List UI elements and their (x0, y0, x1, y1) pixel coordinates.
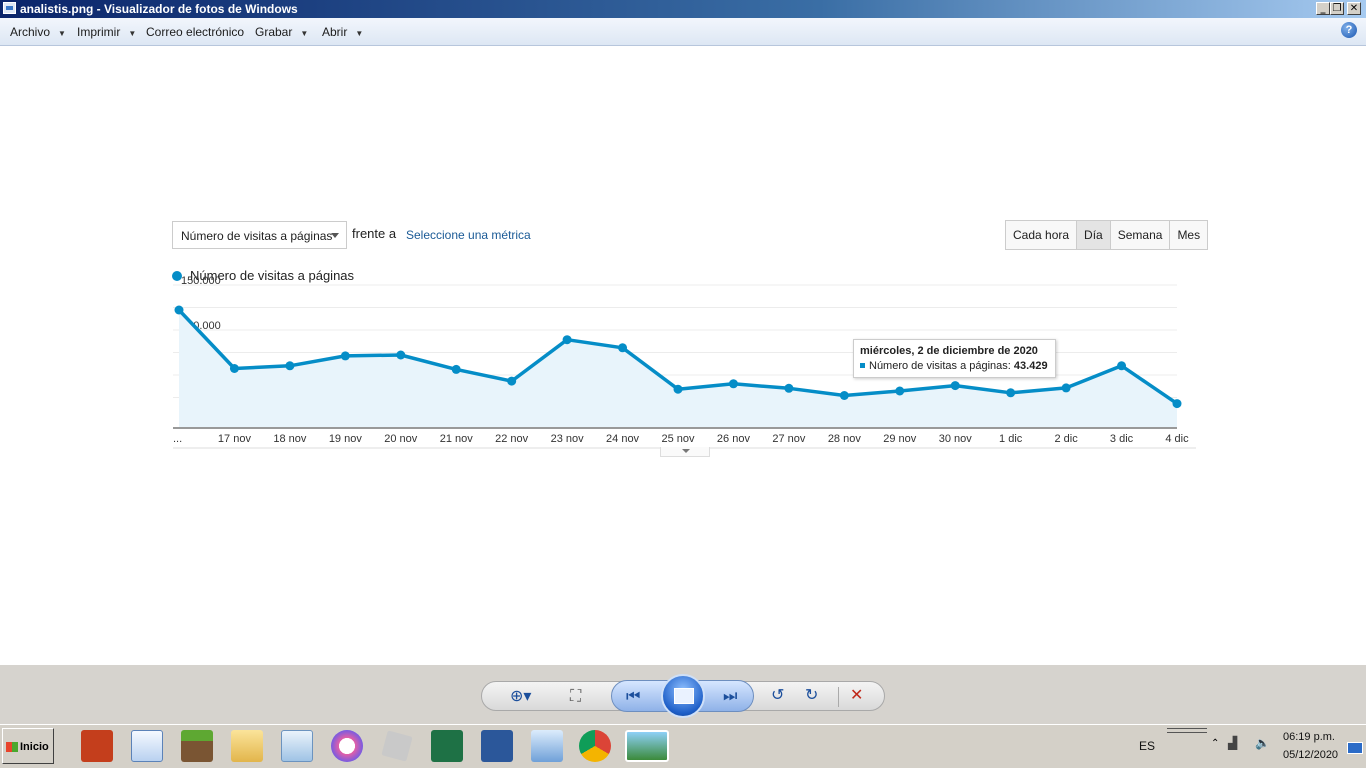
delete-icon[interactable]: ✕ (850, 685, 863, 704)
zoom-icon[interactable]: ⊕▾ (510, 686, 531, 705)
previous-icon[interactable]: ⏮ (626, 686, 640, 706)
x-tick-label: 22 nov (495, 433, 529, 445)
divider (838, 687, 839, 707)
line-chart: 150.000100.00050.000...17 nov18 nov19 no… (173, 275, 1196, 449)
system-tray: ES ⌃ ▟ 🔈 06:19 p.m. 05/12/2020 (1125, 728, 1363, 765)
control-panel-icon[interactable] (531, 730, 563, 762)
data-point (507, 376, 517, 386)
start-button[interactable]: Inicio (2, 728, 54, 764)
data-point (618, 343, 628, 353)
x-tick-label: 24 nov (606, 433, 640, 445)
x-tick-label: 18 nov (273, 433, 307, 445)
data-point (562, 335, 572, 345)
clock-date[interactable]: 05/12/2020 (1283, 749, 1338, 761)
volume-icon[interactable]: 🔈 (1255, 736, 1270, 750)
x-tick-label: 25 nov (661, 433, 695, 445)
x-tick-label: 30 nov (939, 433, 973, 445)
photo-viewer-icon[interactable] (625, 730, 669, 762)
x-tick-label: 19 nov (329, 433, 363, 445)
tooltip-metric: Número de visitas a páginas: 43.429 (860, 360, 1048, 372)
rotate-right-icon[interactable]: ↻ (805, 685, 818, 704)
tray-divider (1167, 728, 1207, 733)
show-hidden-icons[interactable]: ⌃ (1211, 738, 1219, 749)
cropped-row-edge (360, 490, 740, 496)
data-point (1172, 399, 1182, 409)
data-point (950, 381, 960, 391)
data-point (673, 384, 683, 394)
wordpad-icon[interactable] (131, 730, 163, 762)
data-point (340, 351, 350, 361)
chrome-icon[interactable] (579, 730, 611, 762)
tooltip-metric-label: Número de visitas a páginas: (869, 360, 1011, 372)
actual-size-icon[interactable]: ⛶ (570, 686, 581, 706)
data-point (839, 391, 849, 400)
chart-tooltip: miércoles, 2 de diciembre de 2020 Número… (853, 339, 1056, 378)
rotate-left-icon[interactable]: ↺ (771, 685, 784, 704)
slideshow-button[interactable] (661, 674, 705, 718)
data-point (728, 379, 738, 389)
tooltip-value: 43.429 (1013, 360, 1048, 372)
data-point (895, 386, 905, 396)
tooltip-series-marker (860, 363, 865, 368)
x-tick-label: 2 dic (1054, 433, 1078, 445)
data-point (174, 305, 184, 315)
viewer-controls: ⊕▾ ⛶ ⏮ ⏭ ↺ ↻ ✕ (0, 665, 1366, 724)
data-point (229, 364, 239, 373)
data-point (1061, 383, 1071, 393)
x-tick-label: 27 nov (772, 433, 806, 445)
word-icon[interactable] (481, 730, 513, 762)
x-tick-label: ... (173, 433, 182, 445)
slideshow-icon (674, 688, 694, 704)
windows-logo-icon (6, 742, 18, 752)
data-point (285, 361, 295, 371)
data-point (1117, 361, 1127, 371)
clock-time[interactable]: 06:19 p.m. (1283, 731, 1335, 743)
x-tick-label: 3 dic (1110, 433, 1134, 445)
next-icon[interactable]: ⏭ (723, 686, 737, 706)
tooltip-date: miércoles, 2 de diciembre de 2020 (860, 345, 1038, 357)
powerpoint-icon[interactable] (81, 730, 113, 762)
language-indicator[interactable]: ES (1139, 739, 1155, 753)
x-tick-label: 17 nov (218, 433, 252, 445)
file-explorer-icon[interactable] (231, 730, 263, 762)
taskbar: Inicio ES ⌃ ▟ 🔈 06:19 p.m. 05/12/2020 (0, 724, 1366, 768)
x-tick-label: 1 dic (999, 433, 1023, 445)
x-tick-label: 20 nov (384, 433, 418, 445)
x-tick-label: 28 nov (828, 433, 862, 445)
x-tick-label: 21 nov (440, 433, 474, 445)
minecraft-icon[interactable] (181, 730, 213, 762)
excel-icon[interactable] (431, 730, 463, 762)
y-tick-label: 150.000 (181, 275, 221, 287)
x-tick-label: 23 nov (551, 433, 585, 445)
x-tick-label: 26 nov (717, 433, 751, 445)
x-tick-label: 29 nov (883, 433, 917, 445)
chart-expand-toggle[interactable] (660, 447, 710, 457)
calculator-icon[interactable] (281, 730, 313, 762)
data-point (784, 383, 794, 393)
data-point (451, 364, 461, 374)
data-point (1006, 388, 1016, 398)
data-point (396, 350, 406, 360)
itunes-icon[interactable] (331, 730, 363, 762)
x-tick-label: 4 dic (1165, 433, 1189, 445)
show-desktop-icon[interactable] (1347, 742, 1363, 754)
start-label: Inicio (20, 741, 49, 753)
roblox-icon[interactable] (381, 730, 413, 762)
network-icon[interactable]: ▟ (1228, 736, 1237, 750)
